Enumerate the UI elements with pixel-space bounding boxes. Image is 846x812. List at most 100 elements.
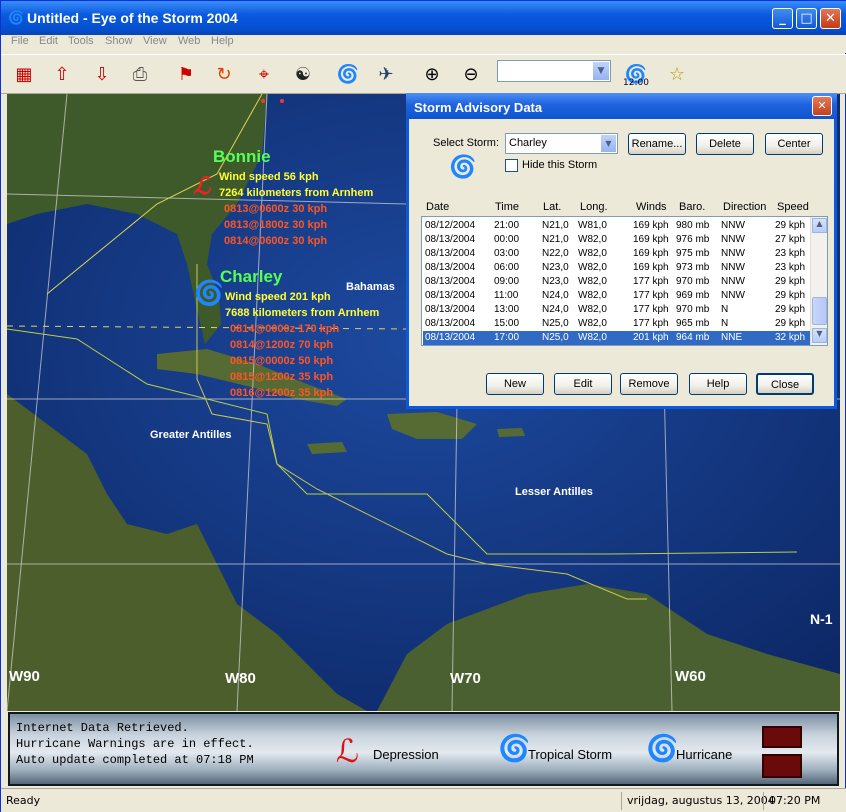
close-window-button[interactable]: ✕ — [820, 8, 841, 29]
table-row[interactable]: 08/13/2004 15:00 N25,0 W82,0 177 kph 965 mb N 2… — [423, 317, 810, 331]
table-row[interactable]: 08/13/2004 13:00 N24,0 W82,0 177 kph 970 mb N 2… — [423, 303, 810, 317]
menu-tools[interactable]: Tools — [68, 35, 94, 47]
table-cell: NNW — [721, 220, 745, 231]
table-cell: W82,0 — [578, 234, 607, 245]
menu-file[interactable]: File — [11, 35, 29, 47]
storm-select[interactable]: Charley ▼ — [505, 133, 618, 154]
table-cell: 169 kph — [633, 234, 669, 245]
table-cell: N24,0 — [542, 304, 569, 315]
table-cell: 08/13/2004 — [425, 234, 476, 245]
longitude-w60: W60 — [675, 668, 706, 685]
minimize-button[interactable]: _ — [772, 8, 793, 29]
depression-legend-icon: ℒ — [336, 732, 360, 770]
menu-web[interactable]: Web — [178, 35, 200, 47]
export-down-icon[interactable]: ⇩ — [87, 58, 117, 90]
maximize-button[interactable]: □ — [796, 8, 817, 29]
remove-button[interactable]: Remove — [620, 373, 678, 395]
table-row[interactable]: 08/13/2004 06:00 N23,0 W82,0 169 kph 973 mb NN… — [423, 261, 810, 275]
table-cell: 177 kph — [633, 290, 669, 301]
menu-help[interactable]: Help — [211, 35, 234, 47]
storm-list-icon[interactable]: ⚑ — [171, 58, 201, 90]
print-icon[interactable]: ⎙ — [125, 58, 155, 90]
table-cell: 27 kph — [775, 234, 806, 245]
rename-button[interactable]: Rename... — [628, 133, 686, 155]
new-button[interactable]: New — [486, 373, 544, 395]
table-cell: 23 kph — [775, 248, 806, 259]
table-cell: 08/13/2004 — [425, 262, 476, 273]
tropical-storm-legend-label: Tropical Storm — [528, 747, 613, 762]
edit-button[interactable]: Edit — [554, 373, 612, 395]
table-cell: N — [721, 304, 729, 315]
hurricane-marker-icon[interactable]: 🌀 — [194, 279, 224, 308]
table-cell: 970 mb — [676, 276, 710, 287]
storm-app-icon: 🌀 — [8, 11, 25, 26]
help-button[interactable]: Help — [689, 373, 747, 395]
table-cell: N21,0 — [542, 234, 569, 245]
zoom-dropdown[interactable]: ▼ — [497, 60, 611, 82]
scroll-down-icon[interactable]: ▼ — [812, 328, 827, 343]
charley-forecast-5: 0816@1200z 35 kph — [230, 387, 334, 399]
help-agent-icon[interactable]: ☆ — [662, 58, 692, 90]
table-cell: 08/13/2004 — [425, 318, 476, 329]
charley-forecast-1: 0814@0000z 170 kph — [230, 323, 340, 335]
longitude-w80: W80 — [225, 670, 256, 687]
title-bar[interactable]: 🌀 Untitled - Eye of the Storm 2004 _ □ ✕ — [1, 1, 846, 35]
status-message-1: Internet Data Retrieved. — [16, 721, 189, 735]
col-direction: Direction — [723, 201, 767, 213]
table-row[interactable]: 08/12/2004 21:00 N21,0 W81,0 169 kph 980 mb NN… — [423, 219, 810, 233]
close-button[interactable]: Close — [756, 373, 814, 395]
table-cell: NNE — [721, 332, 743, 343]
col-winds: Winds — [636, 201, 667, 213]
depression-icon[interactable]: ℒ — [193, 172, 210, 201]
table-cell: 177 kph — [633, 318, 669, 329]
table-row[interactable]: 08/13/2004 17:00 N25,0 W82,0 201 kph 964 mb NN… — [423, 331, 810, 345]
table-row[interactable]: 08/13/2004 09:00 N23,0 W82,0 177 kph 970 mb NN… — [423, 275, 810, 289]
dialog-title[interactable]: Storm Advisory Data — [406, 93, 837, 119]
table-scrollbar[interactable]: ▲ ▼ — [810, 217, 827, 345]
dialog-close-icon[interactable]: ✕ — [812, 96, 832, 116]
table-cell: N24,0 — [542, 290, 569, 301]
table-cell: 29 kph — [775, 276, 806, 287]
zoom-in-icon[interactable]: ⊕ — [417, 58, 447, 90]
table-cell: N25,0 — [542, 332, 569, 343]
app-window: 🌀 Untitled - Eye of the Storm 2004 _ □ ✕… — [0, 0, 846, 812]
menu-view[interactable]: View — [143, 35, 167, 47]
import-up-icon[interactable]: ⇧ — [47, 58, 77, 90]
hurricane-icon[interactable]: 🌀 — [333, 58, 363, 90]
select-storm-label: Select Storm: — [433, 137, 500, 149]
table-cell: W81,0 — [578, 220, 607, 231]
open-storm-icon[interactable]: ▦ — [9, 58, 39, 90]
bonnie-forecast-2: 0813@1800z 30 kph — [224, 219, 328, 231]
greater-antilles-label: Greater Antilles — [150, 429, 232, 441]
col-baro: Baro. — [679, 201, 706, 213]
table-cell: 17:00 — [494, 332, 520, 343]
table-cell: N25,0 — [542, 318, 569, 329]
table-cell: 969 mb — [676, 290, 710, 301]
scroll-up-icon[interactable]: ▲ — [812, 218, 827, 233]
delete-button[interactable]: Delete — [696, 133, 754, 155]
menu-edit[interactable]: Edit — [39, 35, 58, 47]
satellite-icon[interactable]: ✈ — [371, 58, 401, 90]
center-button[interactable]: Center — [765, 133, 823, 155]
hide-storm-checkbox[interactable] — [505, 159, 518, 172]
zoom-out-icon[interactable]: ⊖ — [456, 58, 486, 90]
table-cell: 975 mb — [676, 248, 710, 259]
refresh-storm-icon[interactable]: ↻ — [209, 58, 239, 90]
table-cell: W82,0 — [578, 332, 607, 343]
table-row[interactable]: 08/13/2004 03:00 N22,0 W82,0 169 kph 975 mb NN… — [423, 247, 810, 261]
measure-icon[interactable]: ⌖ — [249, 58, 279, 90]
table-cell: 973 mb — [676, 262, 710, 273]
table-cell: W82,0 — [578, 318, 607, 329]
table-row[interactable]: 08/13/2004 11:00 N24,0 W82,0 177 kph 969 mb NN… — [423, 289, 810, 303]
lesser-antilles-label: Lesser Antilles — [515, 486, 593, 498]
scroll-thumb[interactable] — [812, 297, 827, 325]
table-cell: 06:00 — [494, 262, 520, 273]
table-row[interactable]: 08/13/2004 00:00 N21,0 W82,0 169 kph 976 mb NN… — [423, 233, 810, 247]
hurricane-legend-label: Hurricane — [676, 747, 733, 762]
binoculars-icon[interactable]: ☯ — [288, 58, 318, 90]
table-cell: 177 kph — [633, 304, 669, 315]
menu-show[interactable]: Show — [105, 35, 133, 47]
col-lat: Lat. — [543, 201, 562, 213]
charley-wind: Wind speed 201 kph — [225, 291, 331, 303]
advisory-table[interactable]: 08/12/2004 21:00 N21,0 W81,0 169 kph 980 mb NN… — [421, 216, 828, 346]
